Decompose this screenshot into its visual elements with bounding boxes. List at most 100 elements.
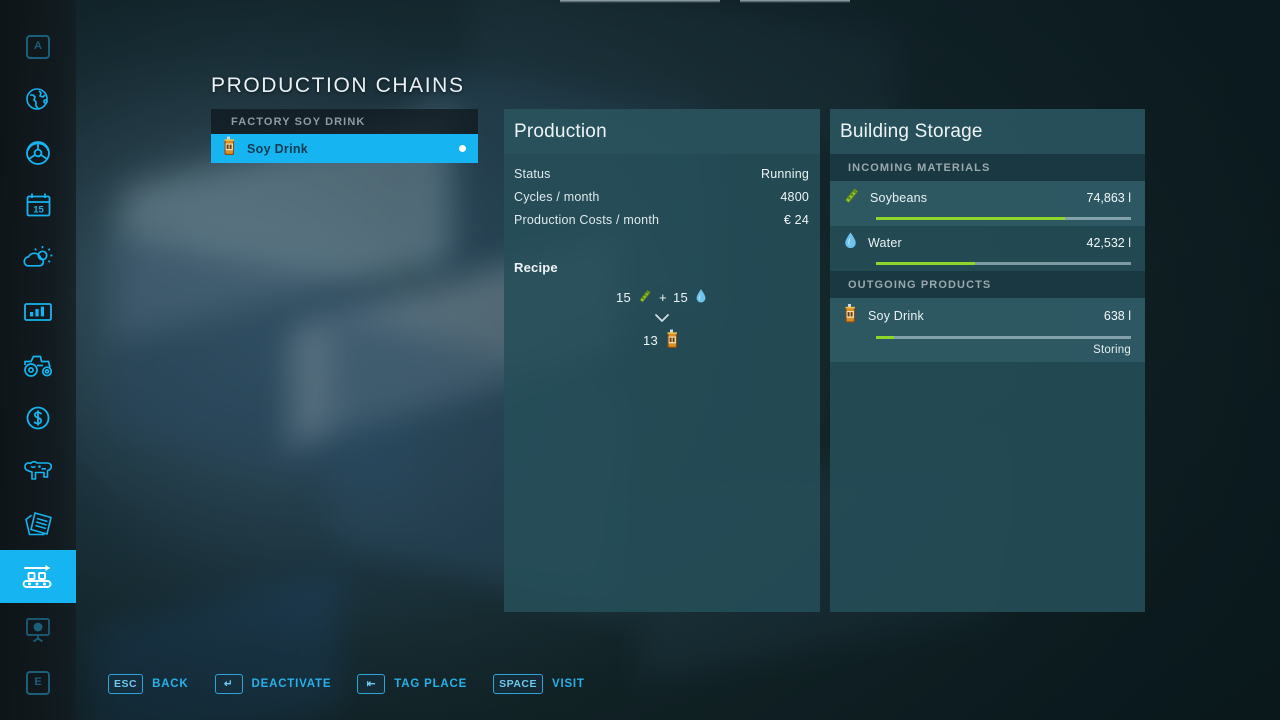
help-key-0: ESC: [108, 674, 144, 694]
sidebar-item-map[interactable]: [0, 73, 76, 126]
top-fade-bar: [740, 0, 850, 3]
sidebar-item-calendar[interactable]: 15: [0, 179, 76, 232]
soy-drink-bottle-icon: [664, 329, 681, 352]
sidebar-item-vehicles[interactable]: [0, 338, 76, 391]
sidebar-item-keybind-e[interactable]: E: [0, 656, 76, 709]
calendar-15-icon: 15: [23, 190, 54, 221]
storage-row-top: Soy Drink 638 l: [842, 303, 1131, 329]
sidebar-item-vehicles-steering[interactable]: [0, 126, 76, 179]
soybeans-icon: [842, 186, 861, 210]
water-drop-icon: [842, 231, 859, 255]
storage-row-name: Soy Drink: [868, 309, 924, 323]
help-label-3: VISIT: [552, 678, 585, 690]
storage-section-incoming-header: INCOMING MATERIALS: [830, 154, 1145, 181]
recipe-input-amount: 15: [672, 290, 689, 305]
production-panel: Production Status Running Cycles / month…: [504, 109, 820, 612]
help-key-2: ⇤: [357, 674, 386, 694]
storage-fill-bar: [876, 217, 1131, 220]
tractor-icon: [21, 352, 55, 378]
presentation-icon: [23, 616, 53, 644]
stat-label: Production Costs / month: [514, 213, 660, 227]
storage-fill-bar: [876, 262, 1131, 265]
stat-row-costs: Production Costs / month € 24: [514, 209, 809, 232]
dollar-coin-icon: [23, 403, 53, 433]
stat-label: Status: [514, 167, 551, 181]
stat-value: Running: [761, 167, 809, 181]
production-chain-list: FACTORY SOY DRINK Soy Drink: [211, 109, 478, 163]
key-a-icon: A: [26, 34, 50, 59]
help-label-0: BACK: [152, 678, 189, 690]
help-key-1: ↵: [214, 674, 243, 694]
recipe-section-title: Recipe: [514, 260, 558, 275]
sidebar-item-production-chains[interactable]: [0, 550, 76, 603]
sidebar: A 15 E: [0, 0, 76, 720]
storage-row-top: Water 42,532 l: [842, 231, 1131, 255]
sidebar-item-tutorial[interactable]: [0, 603, 76, 656]
storage-fill-bar-value: [876, 336, 894, 339]
help-item-tag-place[interactable]: ⇤ TAG PLACE: [357, 674, 467, 694]
bar-chart-icon: [22, 300, 54, 324]
soy-drink-bottle-icon: [842, 303, 859, 329]
storage-row-value: 638 l: [1103, 309, 1131, 323]
active-dot-icon: [459, 145, 466, 152]
storage-row-soybeans[interactable]: Soybeans 74,863 l: [830, 181, 1145, 226]
help-item-deactivate[interactable]: ↵ DEACTIVATE: [214, 674, 332, 694]
top-fade-bar: [560, 0, 720, 3]
recipe-plus-sign: +: [659, 290, 667, 305]
sun-cloud-icon: [22, 244, 54, 274]
recipe-diagram: 15 + 15 13: [504, 288, 820, 352]
stat-label: Cycles / month: [514, 190, 600, 204]
storage-panel-title: Building Storage: [830, 109, 1145, 154]
soy-drink-bottle-icon: [221, 136, 238, 161]
water-drop-icon: [694, 288, 708, 307]
documents-icon: [22, 510, 54, 538]
recipe-input-amount: 15: [615, 290, 632, 305]
recipe-outputs: 13: [643, 329, 681, 352]
cow-icon: [21, 458, 55, 484]
sidebar-item-statistics[interactable]: [0, 285, 76, 338]
key-e-icon: E: [26, 670, 50, 695]
page-title: PRODUCTION CHAINS: [211, 74, 465, 97]
chain-list-header: FACTORY SOY DRINK: [211, 109, 478, 134]
stat-row-status: Status Running: [514, 163, 809, 186]
sidebar-item-contracts[interactable]: [0, 497, 76, 550]
stat-row-cycles: Cycles / month 4800: [514, 186, 809, 209]
production-stats: Status Running Cycles / month 4800 Produ…: [504, 154, 820, 232]
help-key-3: SPACE: [493, 674, 543, 694]
storage-fill-bar-value: [876, 217, 1065, 220]
chain-list-item-label: Soy Drink: [247, 141, 309, 156]
game-menu-screen: A 15 E PRODUCTION CHAINS FACTORY SOY DRINK…: [0, 0, 1280, 720]
recipe-output-amount: 13: [642, 333, 659, 348]
storage-row-value: 42,532 l: [1086, 236, 1131, 250]
storage-row-name: Soybeans: [870, 191, 928, 205]
soybeans-icon: [637, 288, 653, 307]
storage-row-name: Water: [868, 236, 902, 250]
chain-list-item-soy-drink[interactable]: Soy Drink: [211, 134, 478, 163]
recipe-arrow-down-icon: [654, 311, 670, 326]
storage-row-water[interactable]: Water 42,532 l: [830, 226, 1145, 271]
stat-value: € 24: [783, 213, 809, 227]
sidebar-item-keybind-a[interactable]: A: [0, 20, 76, 73]
help-item-back[interactable]: ESC BACK: [108, 674, 189, 694]
storage-row-value: 74,863 l: [1086, 191, 1131, 205]
recipe-inputs: 15 + 15: [616, 288, 708, 307]
svg-text:15: 15: [33, 204, 44, 215]
production-panel-title: Production: [504, 109, 820, 154]
storage-section-outgoing-header: OUTGOING PRODUCTS: [830, 271, 1145, 298]
storage-fill-bar: [876, 336, 1131, 339]
conveyor-belt-icon: [20, 562, 56, 592]
help-bar: ESC BACK ↵ DEACTIVATE ⇤ TAG PLACE SPACE VISIT: [108, 674, 585, 694]
building-storage-panel: Building Storage INCOMING MATERIALS Soyb…: [830, 109, 1145, 612]
stat-value: 4800: [780, 190, 809, 204]
globe-icon: [23, 85, 53, 115]
help-label-2: TAG PLACE: [394, 678, 468, 690]
storage-row-status: Storing: [1093, 344, 1131, 356]
sidebar-item-animals[interactable]: [0, 444, 76, 497]
help-item-visit[interactable]: SPACE VISIT: [493, 674, 585, 694]
storage-row-soy-drink[interactable]: Soy Drink 638 l Storing: [830, 298, 1145, 362]
help-label-1: DEACTIVATE: [251, 678, 332, 690]
sidebar-item-finances[interactable]: [0, 391, 76, 444]
storage-row-top: Soybeans 74,863 l: [842, 186, 1131, 210]
sidebar-item-weather[interactable]: [0, 232, 76, 285]
storage-fill-bar-value: [876, 262, 976, 265]
